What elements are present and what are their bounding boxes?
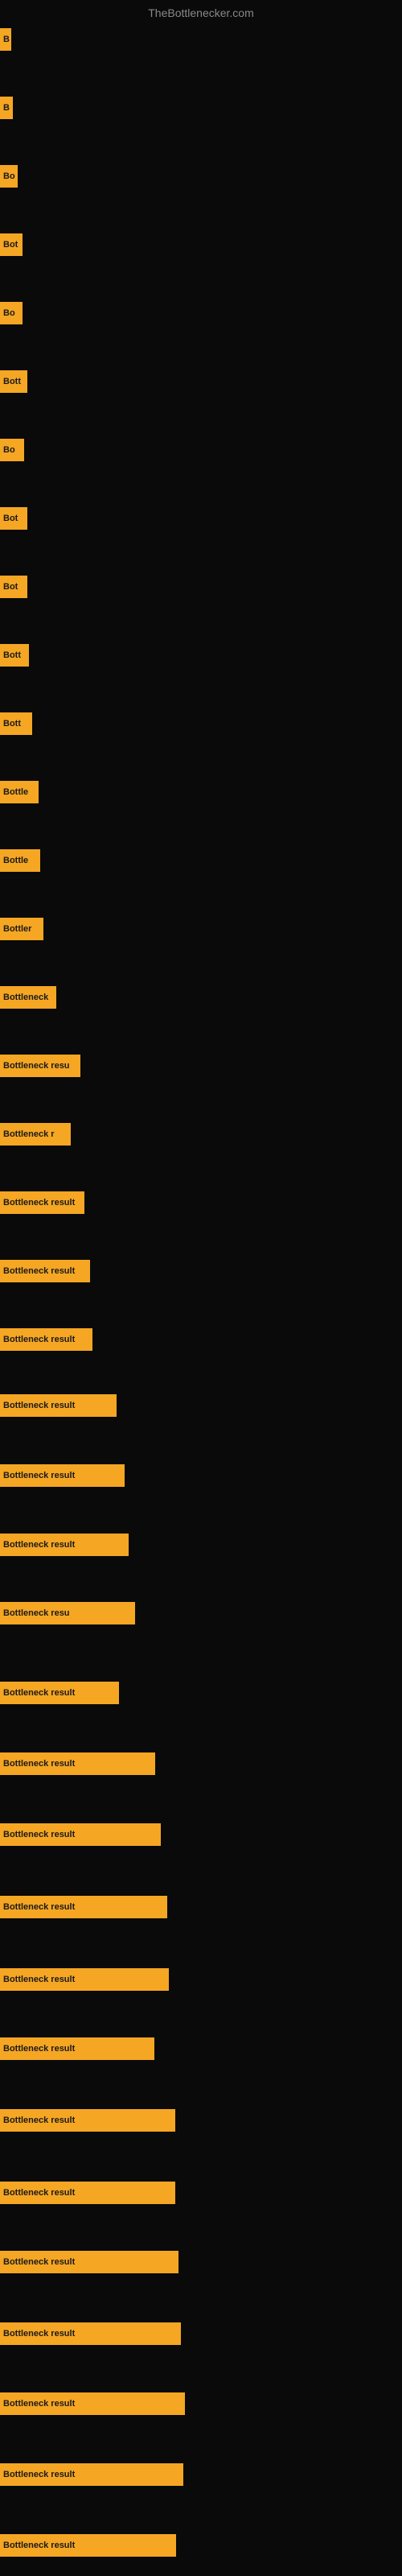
- bar-item-25: Bottleneck result: [0, 1682, 119, 1704]
- bar-label-17: Bottleneck r: [3, 1129, 55, 1139]
- bar-item-24: Bottleneck resu: [0, 1602, 135, 1624]
- bar-item-36: Bottleneck result: [0, 2463, 183, 2486]
- bar-label-6: Bott: [3, 377, 21, 386]
- bar-label-28: Bottleneck result: [3, 1902, 75, 1912]
- bar-label-31: Bottleneck result: [3, 2116, 75, 2125]
- bar-label-37: Bottleneck result: [3, 2541, 75, 2550]
- bar-label-29: Bottleneck result: [3, 1975, 75, 1984]
- bar-label-27: Bottleneck result: [3, 1830, 75, 1839]
- bar-label-34: Bottleneck result: [3, 2329, 75, 2339]
- bar-item-22: Bottleneck result: [0, 1464, 125, 1487]
- bar-item-13: Bottle: [0, 849, 40, 872]
- bar-item-14: Bottler: [0, 918, 43, 940]
- bar-item-33: Bottleneck result: [0, 2251, 178, 2273]
- bar-label-22: Bottleneck result: [3, 1471, 75, 1480]
- bar-label-18: Bottleneck result: [3, 1198, 75, 1208]
- bar-item-26: Bottleneck result: [0, 1752, 155, 1775]
- bar-item-27: Bottleneck result: [0, 1823, 161, 1846]
- bar-item-4: Bot: [0, 233, 23, 256]
- bar-item-10: Bott: [0, 644, 29, 667]
- bar-item-6: Bott: [0, 370, 27, 393]
- bar-item-12: Bottle: [0, 781, 39, 803]
- bar-item-35: Bottleneck result: [0, 2392, 185, 2415]
- bar-item-34: Bottleneck result: [0, 2322, 181, 2345]
- bar-item-19: Bottleneck result: [0, 1260, 90, 1282]
- bar-label-15: Bottleneck: [3, 993, 48, 1002]
- bar-item-1: B: [0, 28, 11, 51]
- bar-item-5: Bo: [0, 302, 23, 324]
- bar-label-23: Bottleneck result: [3, 1540, 75, 1550]
- site-title: TheBottlenecker.com: [148, 6, 254, 19]
- bar-label-7: Bo: [3, 445, 15, 455]
- bar-label-32: Bottleneck result: [3, 2188, 75, 2198]
- bar-item-15: Bottleneck: [0, 986, 56, 1009]
- bar-label-16: Bottleneck resu: [3, 1061, 70, 1071]
- bar-label-10: Bott: [3, 650, 21, 660]
- bar-item-21: Bottleneck result: [0, 1394, 117, 1417]
- bar-item-28: Bottleneck result: [0, 1896, 167, 1918]
- bar-item-30: Bottleneck result: [0, 2037, 154, 2060]
- bar-label-3: Bo: [3, 171, 15, 181]
- bar-label-4: Bot: [3, 240, 18, 250]
- bar-label-24: Bottleneck resu: [3, 1608, 70, 1618]
- bar-label-30: Bottleneck result: [3, 2044, 75, 2054]
- bar-item-11: Bott: [0, 712, 32, 735]
- bar-label-9: Bot: [3, 582, 18, 592]
- bar-label-25: Bottleneck result: [3, 1688, 75, 1698]
- bar-label-21: Bottleneck result: [3, 1401, 75, 1410]
- bar-label-2: B: [3, 103, 10, 113]
- bar-item-23: Bottleneck result: [0, 1534, 129, 1556]
- bar-item-8: Bot: [0, 507, 27, 530]
- bar-item-31: Bottleneck result: [0, 2109, 175, 2132]
- bar-label-8: Bot: [3, 514, 18, 523]
- bar-label-36: Bottleneck result: [3, 2470, 75, 2479]
- bar-label-11: Bott: [3, 719, 21, 729]
- bar-label-12: Bottle: [3, 787, 28, 797]
- bar-label-13: Bottle: [3, 856, 28, 865]
- bar-item-16: Bottleneck resu: [0, 1055, 80, 1077]
- bar-item-37: Bottleneck result: [0, 2534, 176, 2557]
- bar-item-2: B: [0, 97, 13, 119]
- bar-label-5: Bo: [3, 308, 15, 318]
- bar-item-18: Bottleneck result: [0, 1191, 84, 1214]
- bar-label-35: Bottleneck result: [3, 2399, 75, 2409]
- bar-item-9: Bot: [0, 576, 27, 598]
- bar-label-33: Bottleneck result: [3, 2257, 75, 2267]
- bar-label-20: Bottleneck result: [3, 1335, 75, 1344]
- bar-item-20: Bottleneck result: [0, 1328, 92, 1351]
- bar-label-14: Bottler: [3, 924, 31, 934]
- bar-item-32: Bottleneck result: [0, 2182, 175, 2204]
- bar-label-1: B: [3, 35, 10, 44]
- bar-label-19: Bottleneck result: [3, 1266, 75, 1276]
- bar-label-26: Bottleneck result: [3, 1759, 75, 1769]
- bar-item-17: Bottleneck r: [0, 1123, 71, 1146]
- bar-item-7: Bo: [0, 439, 24, 461]
- bar-item-29: Bottleneck result: [0, 1968, 169, 1991]
- bar-item-3: Bo: [0, 165, 18, 188]
